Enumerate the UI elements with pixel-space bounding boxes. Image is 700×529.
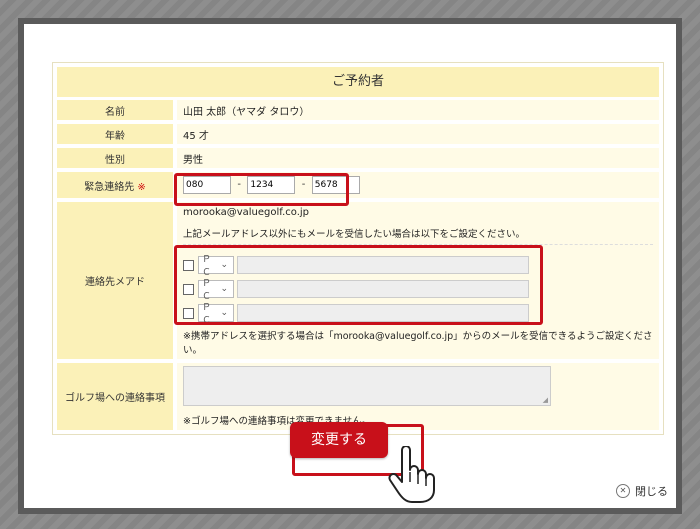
close-label: 閉じる bbox=[635, 485, 668, 498]
value-age: 45 才 bbox=[177, 124, 659, 144]
label-gender: 性別 bbox=[57, 148, 173, 168]
row-name: 名前 山田 太郎（ヤマダ タロウ） bbox=[57, 100, 659, 120]
row-gender: 性別 男性 bbox=[57, 148, 659, 168]
label-age: 年齢 bbox=[57, 124, 173, 144]
email-note: ※携帯アドレスを選択する場合は「morooka@valuegolf.co.jp」… bbox=[183, 331, 653, 356]
row-golf: ゴルフ場への連絡事項 ◢ ※ゴルフ場への連絡事項は変更できません。 bbox=[57, 363, 659, 430]
value-name: 山田 太郎（ヤマダ タロウ） bbox=[177, 100, 659, 120]
resize-grip-icon[interactable]: ◢ bbox=[543, 396, 548, 404]
required-mark: ※ bbox=[137, 181, 146, 193]
row-emergency: 緊急連絡先 ※ - - bbox=[57, 172, 659, 198]
golf-notes-textarea[interactable]: ◢ bbox=[183, 366, 551, 406]
change-button[interactable]: 変更する bbox=[290, 422, 388, 458]
hand-pointer-icon bbox=[388, 446, 435, 503]
highlight-phone bbox=[174, 173, 349, 206]
label-emergency: 緊急連絡先 ※ bbox=[57, 172, 173, 198]
close-icon: ✕ bbox=[616, 484, 630, 498]
label-golf: ゴルフ場への連絡事項 bbox=[57, 363, 173, 430]
label-emergency-text: 緊急連絡先 bbox=[84, 181, 135, 193]
value-gender: 男性 bbox=[177, 148, 659, 168]
row-age: 年齢 45 才 bbox=[57, 124, 659, 144]
label-name: 名前 bbox=[57, 100, 173, 120]
email-address: morooka@valuegolf.co.jp bbox=[183, 207, 310, 218]
form-title: ご予約者 bbox=[57, 67, 659, 97]
value-golf: ◢ ※ゴルフ場への連絡事項は変更できません。 bbox=[177, 363, 659, 430]
email-info-text: 上記メールアドレス以外にもメールを受信したい場合は以下をご設定ください。 bbox=[183, 226, 653, 245]
label-email: 連絡先メアド bbox=[57, 202, 173, 359]
close-link[interactable]: ✕ 閉じる bbox=[616, 483, 668, 499]
highlight-mail-fields bbox=[174, 245, 543, 325]
